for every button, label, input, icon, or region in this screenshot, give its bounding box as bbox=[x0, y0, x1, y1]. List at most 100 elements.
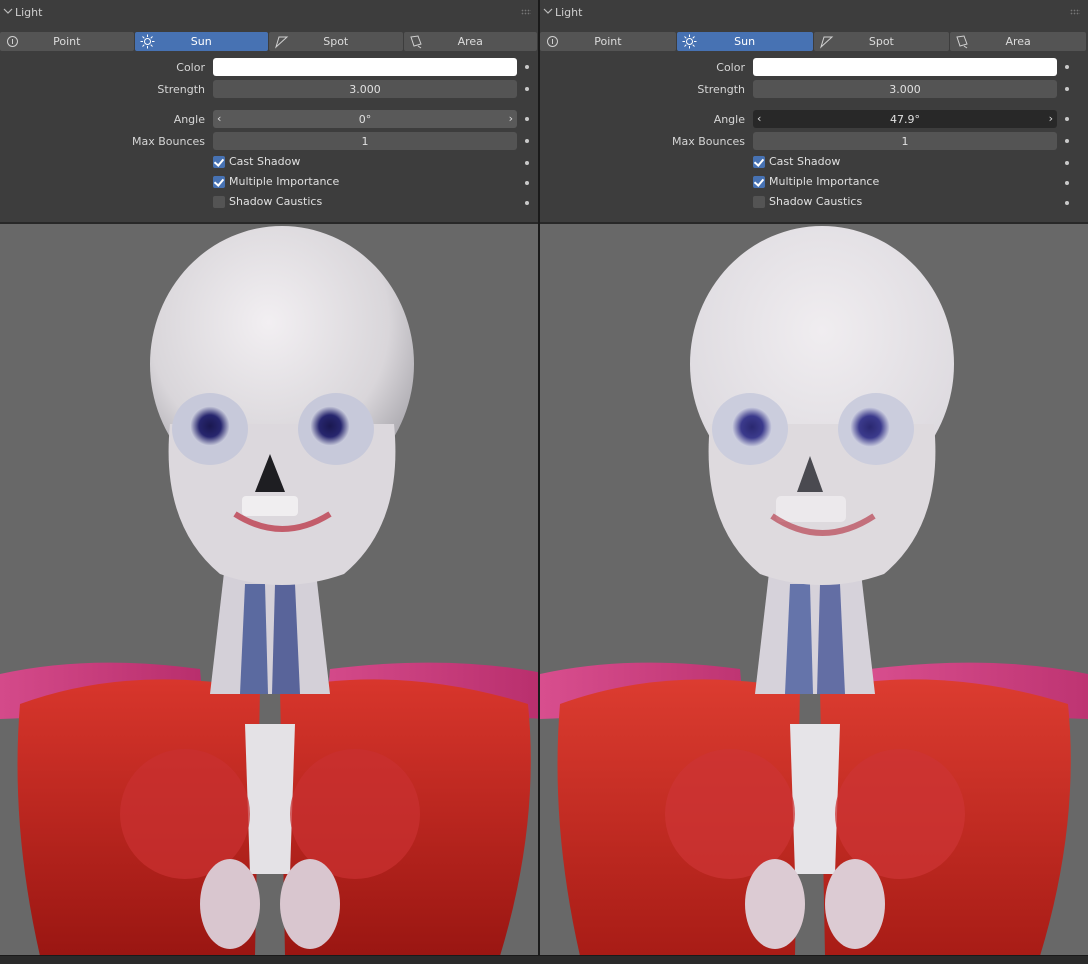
checkbox-checked-icon[interactable] bbox=[213, 156, 225, 168]
max-bounces-value: 1 bbox=[361, 134, 369, 148]
shadow-caustics-label: Shadow Caustics bbox=[229, 195, 323, 208]
drag-grip-icon[interactable] bbox=[1070, 9, 1080, 15]
light-type-spot-button[interactable]: Spot bbox=[269, 32, 403, 51]
shadow-caustics-label: Shadow Caustics bbox=[769, 195, 863, 208]
angle-field[interactable]: ‹ 47.9° › bbox=[753, 110, 1057, 128]
max-bounces-label: Max Bounces bbox=[131, 135, 205, 148]
chevron-down-icon bbox=[543, 8, 553, 14]
max-bounces-row: Max Bounces 1 bbox=[540, 132, 1088, 150]
light-type-label: Sun bbox=[190, 35, 212, 48]
color-swatch[interactable] bbox=[753, 58, 1057, 76]
right-pane: Light Point Sun Spot Area Color Strength… bbox=[540, 0, 1088, 964]
strength-field[interactable]: 3.000 bbox=[753, 80, 1057, 98]
checkbox-checked-icon[interactable] bbox=[753, 156, 765, 168]
render-viewport[interactable] bbox=[540, 224, 1088, 956]
color-swatch[interactable] bbox=[213, 58, 517, 76]
shadow-caustics-row: Shadow Caustics bbox=[0, 195, 539, 213]
point-light-icon bbox=[7, 36, 18, 47]
light-type-point-button[interactable]: Point bbox=[540, 32, 676, 51]
strength-label: Strength bbox=[697, 83, 745, 96]
color-label: Color bbox=[176, 61, 205, 74]
cast-shadow-row: Cast Shadow bbox=[0, 155, 539, 173]
increment-arrow-icon[interactable]: › bbox=[1049, 112, 1053, 125]
keyframe-dot-icon[interactable] bbox=[1065, 87, 1069, 91]
angle-field[interactable]: ‹ 0° › bbox=[213, 110, 517, 128]
multiple-importance-label: Multiple Importance bbox=[769, 175, 880, 188]
keyframe-dot-icon[interactable] bbox=[1065, 117, 1069, 121]
light-type-selector: Point Sun Spot Area bbox=[0, 32, 537, 51]
light-type-label: Sun bbox=[734, 35, 756, 48]
checkbox-unchecked-icon[interactable] bbox=[213, 196, 225, 208]
multiple-importance-label: Multiple Importance bbox=[229, 175, 340, 188]
strength-field[interactable]: 3.000 bbox=[213, 80, 517, 98]
panel-header[interactable]: Light bbox=[0, 2, 539, 22]
keyframe-dot-icon[interactable] bbox=[525, 117, 529, 121]
keyframe-dot-icon[interactable] bbox=[1065, 201, 1069, 205]
point-light-icon bbox=[547, 36, 558, 47]
max-bounces-label: Max Bounces bbox=[671, 135, 745, 148]
max-bounces-field[interactable]: 1 bbox=[753, 132, 1057, 150]
strength-row: Strength 3.000 bbox=[0, 80, 539, 98]
checkbox-unchecked-icon[interactable] bbox=[753, 196, 765, 208]
light-properties-panel: Light Point Sun Spot Area Color Strength… bbox=[540, 0, 1088, 224]
keyframe-dot-icon[interactable] bbox=[525, 201, 529, 205]
spot-light-icon bbox=[819, 36, 833, 49]
spot-light-icon bbox=[275, 36, 289, 49]
light-type-label: Point bbox=[53, 35, 81, 48]
panel-title: Light bbox=[555, 6, 583, 19]
left-pane: Light Point Sun Spot Area Color Strength… bbox=[0, 0, 539, 964]
color-row: Color bbox=[0, 58, 539, 76]
keyframe-dot-icon[interactable] bbox=[1065, 181, 1069, 185]
multiple-importance-row: Multiple Importance bbox=[540, 175, 1088, 193]
checkbox-checked-icon[interactable] bbox=[753, 176, 765, 188]
light-type-sun-button[interactable]: Sun bbox=[676, 32, 813, 51]
angle-label: Angle bbox=[713, 113, 745, 126]
color-row: Color bbox=[540, 58, 1088, 76]
strength-row: Strength 3.000 bbox=[540, 80, 1088, 98]
status-bar bbox=[0, 955, 1088, 964]
strength-value: 3.000 bbox=[889, 82, 921, 96]
light-type-sun-button[interactable]: Sun bbox=[134, 32, 268, 51]
increment-arrow-icon[interactable]: › bbox=[509, 112, 513, 125]
keyframe-dot-icon[interactable] bbox=[525, 139, 529, 143]
shadow-caustics-row: Shadow Caustics bbox=[540, 195, 1088, 213]
keyframe-dot-icon[interactable] bbox=[525, 181, 529, 185]
chevron-down-icon bbox=[3, 8, 13, 14]
keyframe-dot-icon[interactable] bbox=[1065, 139, 1069, 143]
keyframe-dot-icon[interactable] bbox=[525, 65, 529, 69]
max-bounces-value: 1 bbox=[901, 134, 909, 148]
keyframe-dot-icon[interactable] bbox=[525, 87, 529, 91]
light-type-label: Area bbox=[457, 35, 483, 48]
light-type-point-button[interactable]: Point bbox=[0, 32, 134, 51]
max-bounces-field[interactable]: 1 bbox=[213, 132, 517, 150]
light-type-label: Spot bbox=[868, 35, 894, 48]
multiple-importance-row: Multiple Importance bbox=[0, 175, 539, 193]
light-type-spot-button[interactable]: Spot bbox=[813, 32, 950, 51]
light-type-label: Point bbox=[594, 35, 622, 48]
angle-value: 0° bbox=[358, 112, 372, 126]
keyframe-dot-icon[interactable] bbox=[1065, 161, 1069, 165]
decrement-arrow-icon[interactable]: ‹ bbox=[217, 112, 221, 125]
sun-light-icon bbox=[682, 34, 697, 49]
skeleton-render-image bbox=[540, 224, 1088, 956]
keyframe-dot-icon[interactable] bbox=[525, 161, 529, 165]
angle-row: Angle ‹ 0° › bbox=[0, 110, 539, 128]
sun-light-icon bbox=[140, 34, 154, 49]
panel-header[interactable]: Light bbox=[540, 2, 1088, 22]
light-type-selector: Point Sun Spot Area bbox=[540, 32, 1086, 51]
strength-label: Strength bbox=[157, 83, 205, 96]
strength-value: 3.000 bbox=[349, 82, 381, 96]
angle-value: 47.9° bbox=[890, 112, 920, 126]
light-properties-panel: Light Point Sun Spot Area Color Strength… bbox=[0, 0, 539, 224]
light-type-area-button[interactable]: Area bbox=[403, 32, 537, 51]
light-type-area-button[interactable]: Area bbox=[950, 32, 1086, 51]
keyframe-dot-icon[interactable] bbox=[1065, 65, 1069, 69]
cast-shadow-label: Cast Shadow bbox=[769, 155, 841, 168]
decrement-arrow-icon[interactable]: ‹ bbox=[757, 112, 761, 125]
render-viewport[interactable] bbox=[0, 224, 539, 956]
light-type-label: Spot bbox=[323, 35, 349, 48]
drag-grip-icon[interactable] bbox=[521, 9, 531, 15]
skeleton-render-image bbox=[0, 224, 539, 956]
area-light-icon bbox=[956, 35, 968, 49]
checkbox-checked-icon[interactable] bbox=[213, 176, 225, 188]
